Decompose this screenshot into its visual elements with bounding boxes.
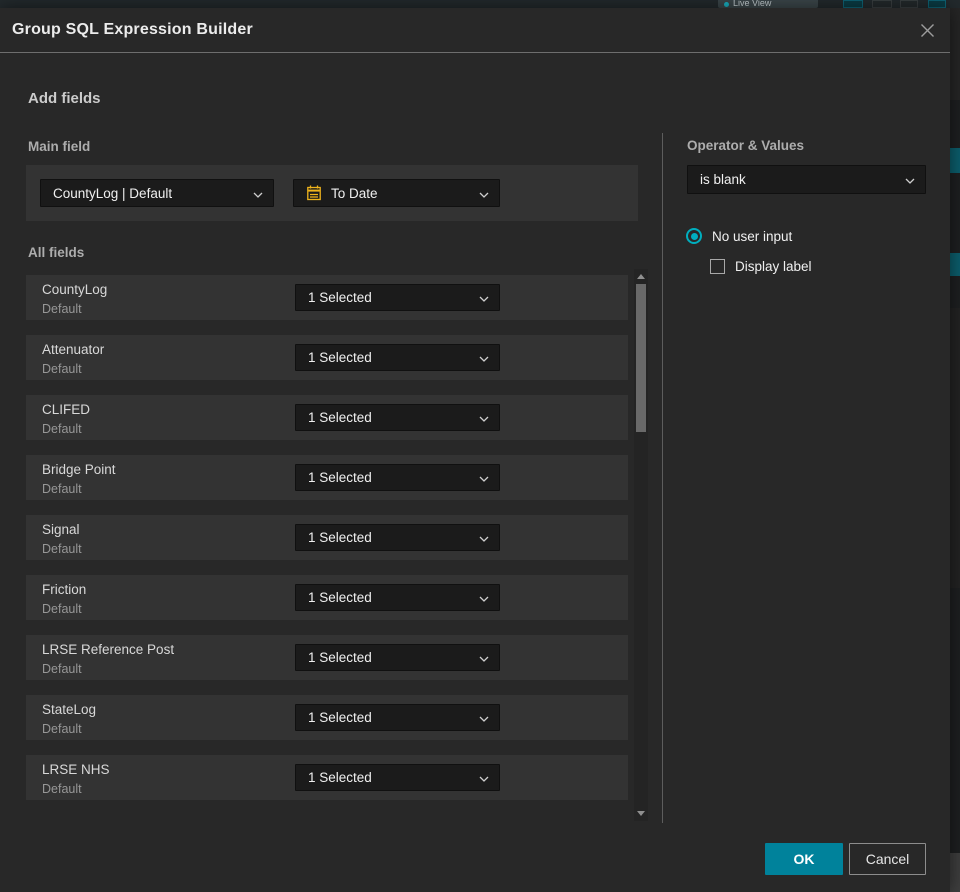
checkbox-unchecked-icon	[710, 259, 725, 274]
field-row: Friction Default 1 Selected	[26, 575, 628, 620]
background-toolbar-tile	[872, 0, 892, 8]
field-selection-select[interactable]: 1 Selected	[295, 284, 500, 311]
field-selection-value: 1 Selected	[308, 650, 372, 665]
live-view-label: Live View	[733, 0, 772, 8]
calendar-icon	[306, 185, 322, 201]
field-selection-select[interactable]: 1 Selected	[295, 344, 500, 371]
chevron-down-icon	[479, 186, 489, 201]
field-selection-value: 1 Selected	[308, 410, 372, 425]
operator-select-value: is blank	[700, 172, 746, 187]
live-view-dot-icon	[724, 2, 729, 7]
field-subtitle: Default	[42, 662, 82, 676]
field-selection-select[interactable]: 1 Selected	[295, 524, 500, 551]
display-label-checkbox[interactable]: Display label	[710, 259, 812, 274]
field-row: CLIFED Default 1 Selected	[26, 395, 628, 440]
scroll-up-icon[interactable]	[637, 274, 645, 279]
field-row: Bridge Point Default 1 Selected	[26, 455, 628, 500]
dialog-header: Group SQL Expression Builder	[0, 8, 950, 53]
field-selection-select[interactable]: 1 Selected	[295, 764, 500, 791]
field-selection-select[interactable]: 1 Selected	[295, 644, 500, 671]
field-name: Friction	[42, 582, 87, 597]
background-app-strip-top: Live View	[0, 0, 960, 8]
all-fields-label: All fields	[28, 245, 85, 260]
field-row: Attenuator Default 1 Selected	[26, 335, 628, 380]
chevron-down-icon	[479, 350, 489, 365]
chevron-down-icon	[479, 530, 489, 545]
live-view-badge: Live View	[718, 0, 818, 8]
chevron-down-icon	[479, 710, 489, 725]
field-selection-value: 1 Selected	[308, 470, 372, 485]
field-selection-select[interactable]: 1 Selected	[295, 464, 500, 491]
chevron-down-icon	[479, 650, 489, 665]
field-selection-value: 1 Selected	[308, 710, 372, 725]
screen: Live View Group SQL Expression Builder A…	[0, 0, 960, 892]
display-label-label: Display label	[735, 259, 812, 274]
background-toolbar-tile	[843, 0, 863, 8]
field-row: Signal Default 1 Selected	[26, 515, 628, 560]
dialog-title: Group SQL Expression Builder	[12, 21, 253, 38]
radio-selected-icon	[686, 228, 702, 244]
main-field-bar: CountyLog | Default To Date	[26, 165, 638, 221]
field-row: LRSE NHS Default 1 Selected	[26, 755, 628, 800]
background-toolbar-tile	[928, 0, 946, 8]
field-row: LRSE Reference Post Default 1 Selected	[26, 635, 628, 680]
group-sql-expression-builder-dialog: Group SQL Expression Builder Add fields …	[0, 8, 950, 892]
field-subtitle: Default	[42, 542, 82, 556]
chevron-down-icon	[479, 290, 489, 305]
field-subtitle: Default	[42, 782, 82, 796]
field-name: LRSE Reference Post	[42, 642, 175, 657]
field-subtitle: Default	[42, 422, 82, 436]
chevron-down-icon	[253, 186, 263, 201]
no-user-input-label: No user input	[712, 228, 793, 244]
field-name: LRSE NHS	[42, 762, 110, 777]
field-row: StateLog Default 1 Selected	[26, 695, 628, 740]
field-subtitle: Default	[42, 602, 82, 616]
field-name: Bridge Point	[42, 462, 116, 477]
scrollbar-thumb[interactable]	[636, 284, 646, 432]
field-row: CountyLog Default 1 Selected	[26, 275, 628, 320]
chevron-down-icon	[479, 590, 489, 605]
field-name: Attenuator	[42, 342, 105, 357]
main-field-select-value: CountyLog | Default	[53, 185, 173, 201]
all-fields-list: CountyLog Default 1 Selected Attenuator …	[26, 275, 628, 815]
field-selection-value: 1 Selected	[308, 350, 372, 365]
chevron-down-icon	[479, 770, 489, 785]
field-subtitle: Default	[42, 482, 82, 496]
operator-values-label: Operator & Values	[687, 138, 805, 153]
field-name: Signal	[42, 522, 80, 537]
main-field-label: Main field	[28, 139, 91, 154]
add-fields-heading: Add fields	[28, 90, 101, 107]
close-icon[interactable]	[918, 21, 936, 39]
field-selection-select[interactable]: 1 Selected	[295, 404, 500, 431]
field-name: CountyLog	[42, 282, 108, 297]
chevron-down-icon	[479, 470, 489, 485]
field-name: StateLog	[42, 702, 97, 717]
main-field-date-select[interactable]: To Date	[293, 179, 500, 207]
field-selection-value: 1 Selected	[308, 590, 372, 605]
operator-select[interactable]: is blank	[687, 165, 926, 194]
field-subtitle: Default	[42, 302, 82, 316]
no-user-input-radio[interactable]: No user input	[686, 228, 792, 244]
chevron-down-icon	[905, 172, 915, 187]
background-toolbar-tile	[900, 0, 918, 8]
field-selection-select[interactable]: 1 Selected	[295, 584, 500, 611]
main-field-select[interactable]: CountyLog | Default	[40, 179, 274, 207]
scroll-down-icon[interactable]	[637, 811, 645, 816]
field-subtitle: Default	[42, 722, 82, 736]
panel-divider	[662, 133, 663, 823]
field-selection-value: 1 Selected	[308, 770, 372, 785]
field-selection-select[interactable]: 1 Selected	[295, 704, 500, 731]
ok-button[interactable]: OK	[765, 843, 843, 875]
chevron-down-icon	[479, 410, 489, 425]
field-selection-value: 1 Selected	[308, 290, 372, 305]
field-name: CLIFED	[42, 402, 91, 417]
main-field-date-value: To Date	[331, 185, 378, 201]
cancel-button[interactable]: Cancel	[849, 843, 926, 875]
field-selection-value: 1 Selected	[308, 530, 372, 545]
field-subtitle: Default	[42, 362, 82, 376]
list-scrollbar[interactable]	[634, 269, 648, 821]
background-app-strip-right	[950, 8, 960, 892]
